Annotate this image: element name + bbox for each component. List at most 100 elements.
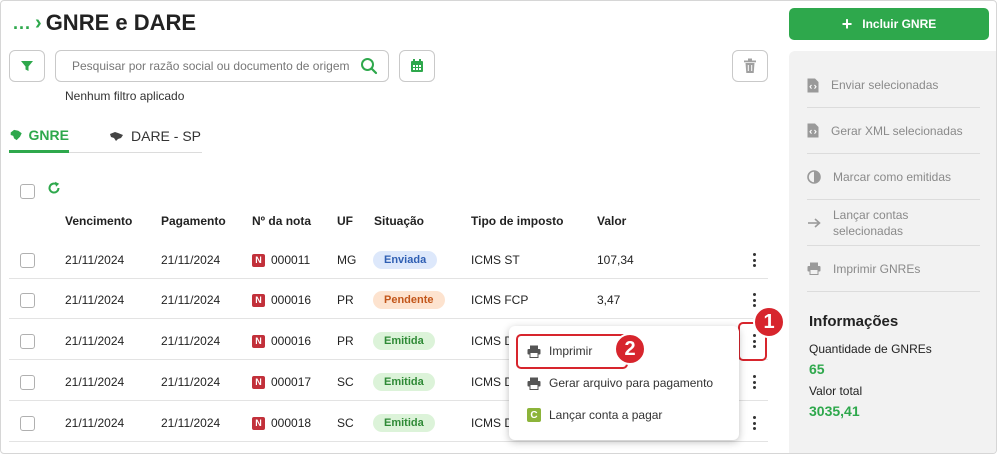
sp-map-icon [110, 132, 123, 141]
filter-icon [21, 61, 33, 71]
cell-vencimento: 21/11/2024 [65, 416, 125, 430]
delete-button[interactable] [732, 50, 768, 82]
add-gnre-label: Incluir GNRE [862, 17, 937, 31]
cell-nota: N 000018 [252, 404, 311, 442]
sidebar-item-imprimir-gnres[interactable]: Imprimir GNREs [807, 246, 980, 292]
half-circle-icon [807, 169, 821, 184]
filter-status: Nenhum filtro aplicado [65, 89, 185, 103]
page-title: ... › GNRE e DARE [13, 10, 196, 36]
nota-number: 000011 [271, 253, 311, 267]
menu-item-label: Lançar conta a pagar [549, 408, 663, 422]
row-menu-icon[interactable] [752, 416, 756, 430]
nota-badge-icon: N [252, 293, 265, 307]
info-title: Informações [809, 313, 899, 330]
cell-valor: 3,47 [597, 293, 621, 307]
plus-icon: + [841, 14, 853, 34]
cell-pagamento: 21/11/2024 [161, 416, 221, 430]
table-row[interactable]: 21/11/2024 21/11/2024 N 000016 PR Pendent… [9, 281, 768, 319]
app-frame: ... › GNRE e DARE Nenhum filtro aplicado… [0, 0, 997, 454]
printer-icon [527, 377, 541, 390]
cell-tipo-imposto: ICMS FCP [471, 293, 529, 307]
cell-tipo-imposto: ICMS D [471, 416, 513, 430]
sidebar-item-label: Marcar como emitidas [833, 169, 952, 184]
row-menu-icon[interactable] [752, 293, 756, 307]
cell-tipo-imposto: ICMS D [471, 334, 513, 348]
c-badge-icon: C [527, 408, 541, 422]
row-menu-icon[interactable] [752, 253, 756, 267]
col-pagamento[interactable]: Pagamento [161, 214, 226, 228]
status-badge: Enviada [373, 251, 438, 269]
sidebar-item-label: Lançar contas selecionadas [833, 207, 909, 238]
arrow-right-icon [808, 217, 821, 228]
sidebar-item-gerar-xml[interactable]: Gerar XML selecionadas [807, 108, 980, 154]
nota-badge-icon: N [252, 253, 265, 267]
cell-uf: SC [337, 416, 354, 430]
select-all-checkbox[interactable] [20, 184, 35, 199]
nota-number: 000018 [271, 416, 312, 430]
total-label: Valor total [809, 384, 863, 398]
cell-vencimento: 21/11/2024 [65, 253, 125, 267]
refresh-icon[interactable] [47, 181, 61, 195]
filter-button[interactable] [9, 50, 45, 82]
nota-badge-icon: N [252, 375, 265, 389]
breadcrumb-dots[interactable]: ... [13, 13, 31, 34]
sidebar-item-label: Imprimir GNREs [833, 261, 921, 276]
file-code-icon [807, 78, 819, 92]
col-nota[interactable]: Nº da nota [252, 214, 311, 228]
search-input[interactable] [72, 59, 360, 73]
table-row[interactable]: 21/11/2024 21/11/2024 N 000011 MG Enviada… [9, 241, 768, 279]
row-checkbox[interactable] [20, 252, 35, 268]
col-vencimento[interactable]: Vencimento [65, 214, 132, 228]
status-badge: Emitida [373, 373, 435, 391]
calendar-icon [411, 59, 423, 72]
nota-badge-icon: N [252, 416, 265, 430]
sidebar-item-marcar-emitidas[interactable]: Marcar como emitidas [807, 154, 980, 200]
nota-badge-icon: N [252, 334, 265, 348]
tab-gnre[interactable]: GNRE [9, 119, 69, 153]
cell-nota: N 000017 [252, 363, 311, 401]
cell-vencimento: 21/11/2024 [65, 334, 125, 348]
add-gnre-button[interactable]: + Incluir GNRE [789, 8, 989, 40]
tab-bar: GNRE DARE - SP [9, 119, 202, 153]
row-checkbox[interactable] [20, 292, 35, 308]
cell-nota: N 000011 [252, 241, 310, 279]
sidebar-item-enviar[interactable]: Enviar selecionadas [807, 63, 980, 108]
search-icon[interactable] [360, 57, 378, 75]
tab-dare-sp[interactable]: DARE - SP [109, 119, 201, 153]
date-filter-button[interactable] [399, 50, 435, 82]
status-badge: Emitida [373, 414, 435, 432]
nota-number: 000016 [271, 334, 312, 348]
row-checkbox[interactable] [20, 333, 35, 349]
col-situacao[interactable]: Situação [374, 214, 424, 228]
file-code-icon [807, 123, 819, 138]
cell-pagamento: 21/11/2024 [161, 253, 221, 267]
sidebar-item-label: Gerar XML selecionadas [831, 123, 963, 138]
count-label: Quantidade de GNREs [809, 342, 932, 356]
menu-item-lancar-conta[interactable]: C Lançar conta a pagar [509, 400, 739, 430]
cell-uf: SC [337, 375, 354, 389]
nota-number: 000016 [271, 293, 312, 307]
sidebar-item-label: Enviar selecionadas [831, 78, 939, 92]
col-tipo-imposto[interactable]: Tipo de imposto [471, 214, 563, 228]
col-uf[interactable]: UF [337, 214, 353, 228]
sidebar-item-lancar-contas[interactable]: Lançar contas selecionadas [807, 200, 980, 246]
row-checkbox[interactable] [20, 415, 35, 431]
actions-sidebar: Enviar selecionadas Gerar XML selecionad… [789, 51, 996, 453]
tab-gnre-label: GNRE [28, 126, 69, 143]
cell-pagamento: 21/11/2024 [161, 334, 221, 348]
cell-pagamento: 21/11/2024 [161, 293, 221, 307]
cell-vencimento: 21/11/2024 [65, 293, 125, 307]
cell-tipo-imposto: ICMS ST [471, 253, 520, 267]
row-checkbox[interactable] [20, 374, 35, 390]
col-valor[interactable]: Valor [597, 214, 626, 228]
row-menu-icon[interactable] [752, 375, 756, 389]
search-box [55, 50, 389, 82]
cell-tipo-imposto: ICMS D [471, 375, 513, 389]
menu-item-gerar-arquivo[interactable]: Gerar arquivo para pagamento [509, 368, 739, 398]
total-value: 3035,41 [809, 403, 860, 419]
status-badge: Emitida [373, 332, 435, 350]
chevron-right-icon: › [35, 11, 42, 34]
cell-uf: PR [337, 293, 354, 307]
cell-nota: N 000016 [252, 281, 311, 319]
cell-uf: MG [337, 253, 357, 267]
